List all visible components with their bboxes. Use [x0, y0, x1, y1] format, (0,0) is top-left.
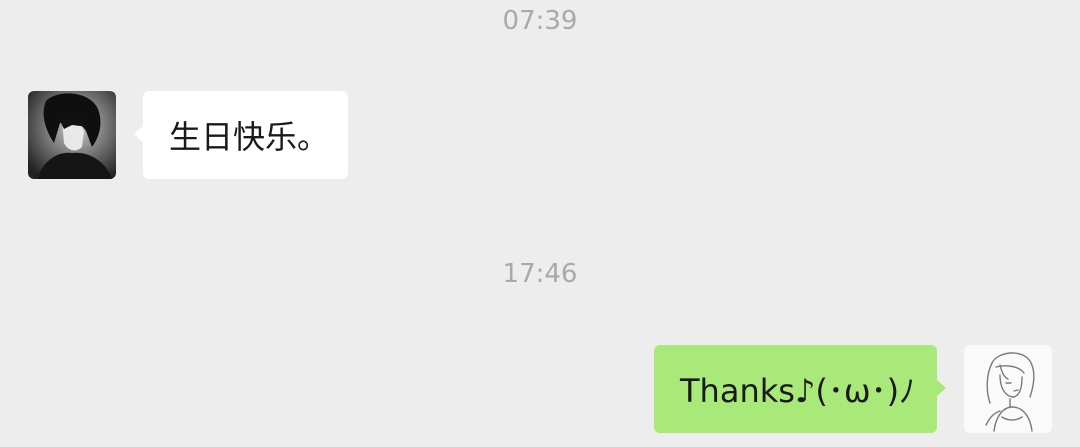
message-text: Thanks♪(･ω･)ﾉ	[680, 372, 916, 410]
message-text: 生日快乐。	[169, 118, 330, 156]
dark-haired-person-avatar-icon[interactable]	[28, 91, 116, 179]
message-timestamp: 07:39	[502, 6, 578, 36]
message-timestamp: 17:46	[502, 259, 578, 289]
sketch-girl-avatar-icon[interactable]	[964, 345, 1052, 433]
bubble-tail	[936, 379, 946, 397]
incoming-message-bubble[interactable]: 生日快乐。	[134, 91, 348, 179]
outgoing-message-bubble[interactable]: Thanks♪(･ω･)ﾉ	[654, 345, 946, 433]
bubble-tail	[134, 125, 144, 143]
